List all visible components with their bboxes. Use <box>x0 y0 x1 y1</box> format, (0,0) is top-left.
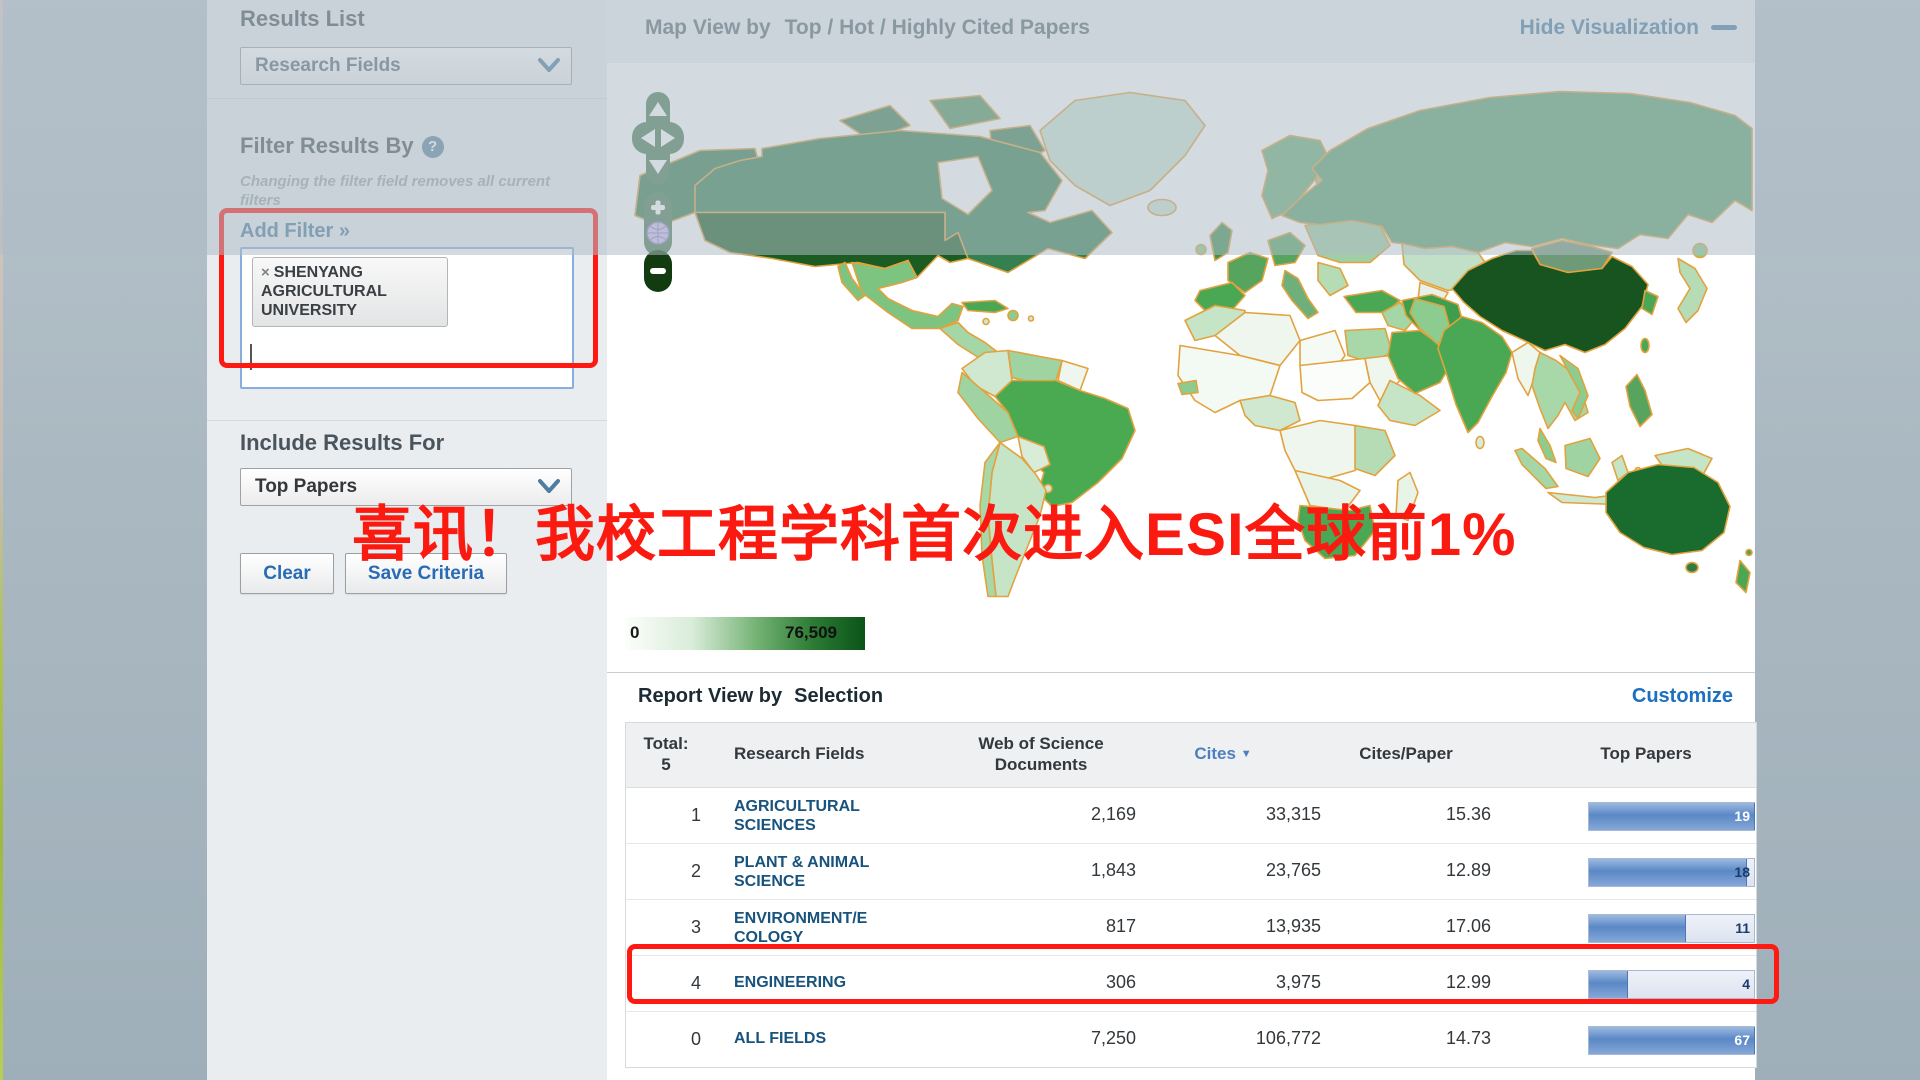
row-cites-per-paper: 14.73 <box>1311 1028 1491 1049</box>
section-divider <box>207 98 607 99</box>
map-navigation-controls[interactable] <box>630 90 686 321</box>
column-cites-per-paper: Cites/Paper <box>1346 743 1466 764</box>
row-documents: 1,843 <box>956 860 1136 881</box>
row-documents: 2,169 <box>956 804 1136 825</box>
zoom-control-icon <box>644 192 672 292</box>
desktop-edge-accent <box>0 0 3 1080</box>
total-count: Total:5 <box>630 733 702 775</box>
row-field-link[interactable]: ALL FIELDS <box>734 1029 929 1048</box>
row-rank: 2 <box>636 861 701 882</box>
row-field-link[interactable]: ENVIRONMENT/E COLOGY <box>734 909 929 947</box>
filter-note-text: Changing the filter field removes all cu… <box>240 172 560 210</box>
row-field-link[interactable]: AGRICULTURAL SCIENCES <box>734 797 929 835</box>
row-documents: 7,250 <box>956 1028 1136 1049</box>
sort-descending-icon: ▼ <box>1241 748 1252 760</box>
pan-control-icon <box>632 92 684 184</box>
top-papers-bar: 18 <box>1588 858 1753 885</box>
top-papers-bar: 19 <box>1588 802 1753 829</box>
column-top-papers: Top Papers <box>1581 743 1711 764</box>
results-list-selected-value: Research Fields <box>255 55 401 77</box>
collapse-dash-icon <box>1711 25 1737 30</box>
table-row: 1 AGRICULTURAL SCIENCES 2,16933,31515.36 19 <box>626 788 1756 843</box>
column-research-fields: Research Fields <box>734 743 864 764</box>
column-documents: Web of Science Documents <box>951 733 1131 775</box>
table-row: 0 ALL FIELDS 7,250106,77214.73 67 <box>626 1011 1756 1067</box>
results-list-heading: Results List <box>240 6 365 32</box>
annotation-box-engineering-row <box>627 944 1779 1004</box>
scale-min-label: 0 <box>630 623 639 643</box>
row-rank: 1 <box>636 805 701 826</box>
scale-max-label: 76,509 <box>785 623 837 643</box>
section-divider <box>207 420 607 421</box>
clear-button[interactable]: Clear <box>240 553 334 594</box>
row-rank: 0 <box>636 1029 701 1050</box>
top-papers-bar: 11 <box>1588 914 1753 941</box>
choropleth-color-scale: 0 76,509 <box>625 617 865 650</box>
esi-application-window: Results List Research Fields Filter Resu… <box>0 0 1920 1080</box>
row-cites-per-paper: 15.36 <box>1311 804 1491 825</box>
announcement-headline: 喜讯！我校工程学科首次进入ESI全球前1% <box>352 486 1516 573</box>
row-cites: 106,772 <box>1141 1028 1321 1049</box>
row-cites-per-paper: 12.89 <box>1311 860 1491 881</box>
map-title: Map View byTop / Hot / Highly Cited Pape… <box>645 16 1090 40</box>
customize-link[interactable]: Customize <box>1632 685 1733 708</box>
table-header-row: Total:5 Research Fields Web of Science D… <box>626 723 1756 788</box>
include-results-selected-value: Top Papers <box>255 476 357 498</box>
annotation-box-filter <box>219 208 598 368</box>
hide-visualization-link[interactable]: Hide Visualization <box>1520 16 1737 40</box>
include-results-heading: Include Results For <box>240 430 444 456</box>
report-header: Report View bySelection Customize <box>607 672 1755 719</box>
filter-results-by-heading: Filter Results By? <box>240 133 444 159</box>
report-title: Report View bySelection <box>638 685 883 708</box>
top-papers-bar: 67 <box>1588 1026 1753 1053</box>
results-list-select[interactable]: Research Fields <box>240 47 572 85</box>
row-rank: 3 <box>636 917 701 938</box>
row-field-link[interactable]: PLANT & ANIMAL SCIENCE <box>734 853 929 891</box>
row-cites: 13,935 <box>1141 916 1321 937</box>
report-table: Total:5 Research Fields Web of Science D… <box>625 722 1757 1068</box>
column-cites-sort[interactable]: Cites ▼ <box>1163 743 1283 765</box>
row-documents: 817 <box>956 916 1136 937</box>
row-cites-per-paper: 17.06 <box>1311 916 1491 937</box>
help-icon[interactable]: ? <box>422 136 444 158</box>
row-cites: 33,315 <box>1141 804 1321 825</box>
chevron-down-icon <box>537 55 561 80</box>
report-rows: 1 AGRICULTURAL SCIENCES 2,16933,31515.36 19… <box>626 788 1756 1067</box>
map-header: Map View byTop / Hot / Highly Cited Pape… <box>607 0 1755 64</box>
row-cites: 23,765 <box>1141 860 1321 881</box>
table-row: 2 PLANT & ANIMAL SCIENCE 1,84323,76512.89 1… <box>626 843 1756 899</box>
